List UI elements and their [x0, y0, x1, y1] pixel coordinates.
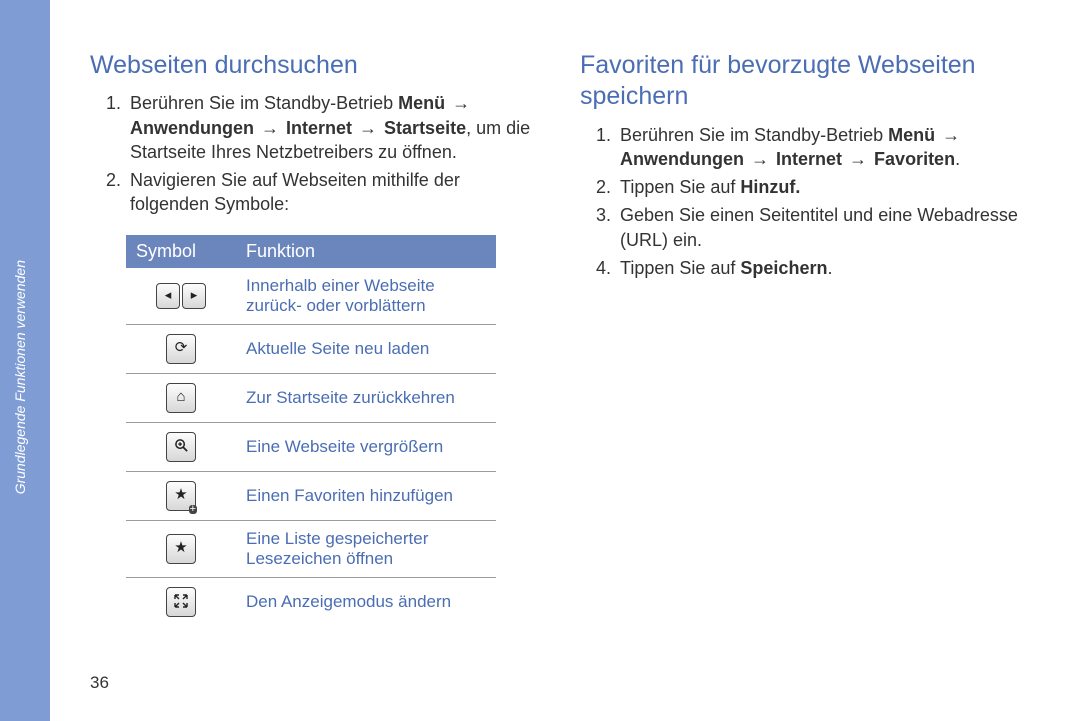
table-header-function: Funktion: [236, 235, 496, 268]
table-header-symbol: Symbol: [126, 235, 236, 268]
right-step-4: Tippen Sie auf Speichern.: [616, 256, 1030, 280]
home-icon: ⌂: [126, 373, 236, 422]
right-column: Favoriten für bevorzugte Webseiten speic…: [580, 50, 1030, 626]
table-function-cell: Eine Webseite vergrößern: [236, 422, 496, 471]
table-row: ◂▸ Innerhalb einer Webseite zurück- oder…: [126, 268, 496, 325]
right-step-1: Berühren Sie im Standby-Betrieb Menü → A…: [616, 123, 1030, 172]
table-function-cell: Einen Favoriten hinzufügen: [236, 471, 496, 520]
page-content: Webseiten durchsuchen Berühren Sie im St…: [90, 50, 1030, 626]
left-column: Webseiten durchsuchen Berühren Sie im St…: [90, 50, 540, 626]
table-row: Den Anzeigemodus ändern: [126, 577, 496, 626]
table-row: Eine Webseite vergrößern: [126, 422, 496, 471]
table-row: ★+ Einen Favoriten hinzufügen: [126, 471, 496, 520]
zoom-icon: [126, 422, 236, 471]
table-function-cell: Eine Liste gespeicherter Lesezeichen öff…: [236, 520, 496, 577]
right-heading: Favoriten für bevorzugte Webseiten speic…: [580, 50, 1030, 113]
right-steps: Berühren Sie im Standby-Betrieb Menü → A…: [580, 123, 1030, 281]
page-number: 36: [90, 673, 109, 693]
table-function-cell: Aktuelle Seite neu laden: [236, 324, 496, 373]
table-row: ⟳ Aktuelle Seite neu laden: [126, 324, 496, 373]
table-function-cell: Zur Startseite zurückkehren: [236, 373, 496, 422]
symbol-function-table: Symbol Funktion ◂▸ Innerhalb einer Webse…: [126, 235, 496, 626]
right-step-2: Tippen Sie auf Hinzuf.: [616, 175, 1030, 199]
bookmarks-icon: ★: [126, 520, 236, 577]
left-heading: Webseiten durchsuchen: [90, 50, 540, 81]
table-function-cell: Den Anzeigemodus ändern: [236, 577, 496, 626]
left-steps: Berühren Sie im Standby-Betrieb Menü → A…: [90, 91, 540, 216]
table-row: ★ Eine Liste gespeicherter Lesezeichen ö…: [126, 520, 496, 577]
left-step-1: Berühren Sie im Standby-Betrieb Menü → A…: [126, 91, 540, 164]
table-row: ⌂ Zur Startseite zurückkehren: [126, 373, 496, 422]
reload-icon: ⟳: [126, 324, 236, 373]
add-favorite-icon: ★+: [126, 471, 236, 520]
table-function-cell: Innerhalb einer Webseite zurück- oder vo…: [236, 268, 496, 325]
view-mode-icon: [126, 577, 236, 626]
sidebar-section-label: Grundlegende Funktionen verwenden: [12, 260, 28, 494]
left-step-2: Navigieren Sie auf Webseiten mithilfe de…: [126, 168, 540, 217]
right-step-3: Geben Sie einen Seitentitel und eine Web…: [616, 203, 1030, 252]
sidebar: Grundlegende Funktionen verwenden: [0, 0, 50, 721]
nav-left-right-icon: ◂▸: [126, 268, 236, 325]
